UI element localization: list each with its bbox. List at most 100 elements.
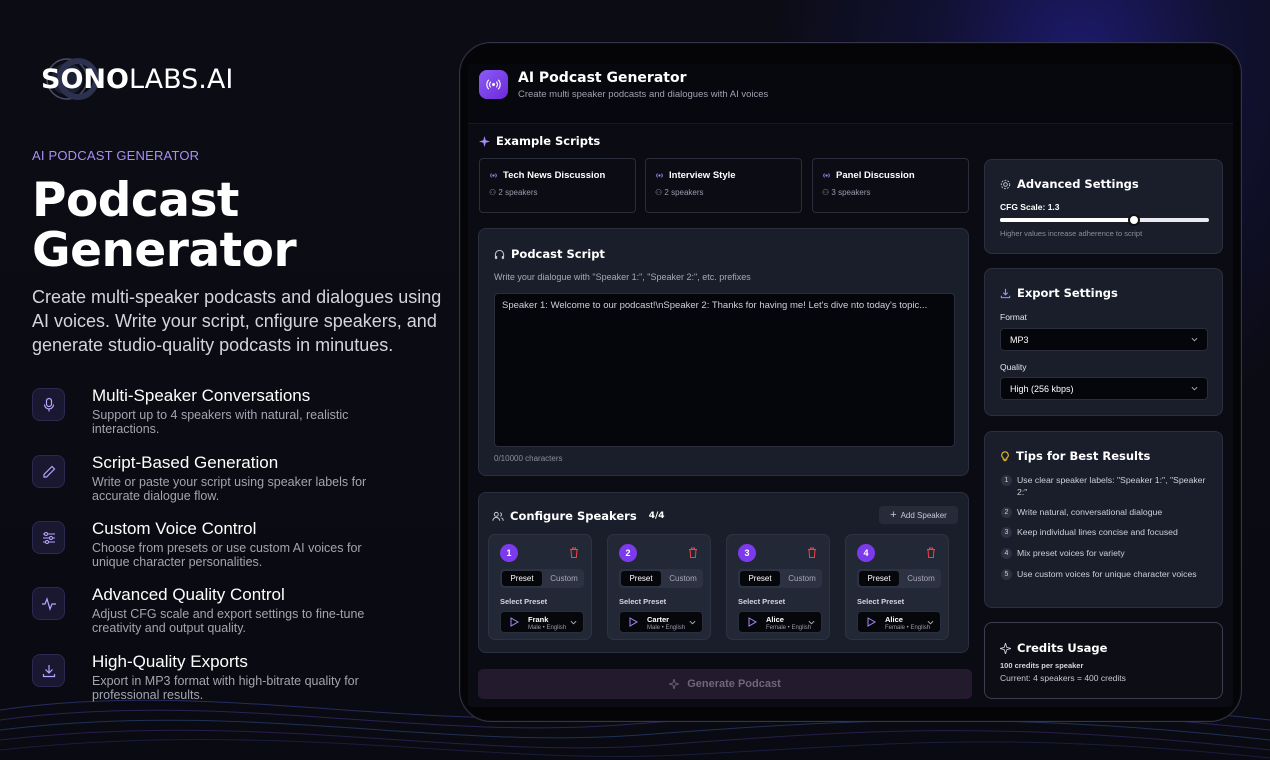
select-preset-label: Select Preset (619, 597, 667, 606)
sparkle-icon (669, 679, 680, 689)
download-icon (1000, 288, 1011, 298)
download-icon (32, 654, 65, 687)
add-speaker-button[interactable]: + Add Speaker (879, 506, 958, 524)
app-title: AI Podcast Generator (518, 70, 687, 86)
speakers-heading: Configure Speakers 4/4 (492, 509, 665, 523)
tab-preset[interactable]: Preset (502, 571, 542, 586)
format-label: Format (1000, 312, 1027, 322)
character-count: 0/10000 characters (494, 454, 563, 463)
advanced-heading: Advanced Settings (1000, 177, 1139, 191)
tab-preset[interactable]: Preset (740, 571, 780, 586)
feature-item: Advanced Quality Control Adjust CFG scal… (32, 585, 432, 641)
voice-mode-tabs: Preset Custom (619, 569, 703, 588)
quality-label: Quality (1000, 362, 1027, 372)
headphones-icon (494, 249, 505, 259)
speaker-counter: 4/4 (648, 511, 665, 521)
cfg-slider-thumb[interactable] (1127, 214, 1140, 226)
example-card-panel[interactable]: Panel Discussion ⚇ 3 speakers (812, 158, 969, 213)
select-preset-label: Select Preset (738, 597, 786, 606)
trash-icon[interactable] (807, 547, 817, 558)
hero-title: Podcast Generator (32, 173, 297, 278)
users-icon (492, 511, 504, 521)
broadcast-icon (490, 173, 497, 178)
hero-description: Create multi-speaker podcasts and dialog… (32, 287, 442, 355)
credits-heading: Credits Usage (1000, 641, 1107, 655)
broadcast-icon (823, 173, 830, 178)
brand-logo: SONOLABS.AI (32, 57, 233, 101)
trash-icon[interactable] (569, 547, 579, 558)
feature-item: Script-Based Generation Write or paste y… (32, 453, 432, 509)
plus-icon: + (890, 509, 897, 521)
app-subtitle: Create multi speaker podcasts and dialog… (518, 89, 769, 100)
tab-custom[interactable]: Custom (901, 571, 941, 586)
speaker-count: ⚇ 2 speakers (655, 188, 704, 197)
play-icon[interactable] (747, 617, 757, 627)
trash-icon[interactable] (926, 547, 936, 558)
cfg-slider[interactable] (1000, 214, 1209, 226)
play-icon[interactable] (628, 617, 638, 627)
examples-heading: Example Scripts (479, 134, 600, 148)
voice-select[interactable]: Frank Male • English (500, 611, 584, 633)
speaker-card-4: 4 Preset Custom Select Preset Alice Femal… (845, 534, 949, 640)
speaker-number: 3 (738, 544, 756, 562)
generate-podcast-button[interactable]: Generate Podcast (478, 669, 972, 699)
cfg-slider-fill (1000, 218, 1134, 222)
export-heading: Export Settings (1000, 286, 1118, 300)
script-heading: Podcast Script (494, 247, 605, 261)
export-settings-panel: Export Settings Format MP3 Quality High … (984, 268, 1223, 416)
credits-panel: Credits Usage 100 credits per speaker Cu… (984, 622, 1223, 699)
tab-custom[interactable]: Custom (663, 571, 703, 586)
voice-mode-tabs: Preset Custom (500, 569, 584, 588)
voice-select[interactable]: Alice Female • English (738, 611, 822, 633)
example-card-interview[interactable]: Interview Style ⚇ 2 speakers (645, 158, 802, 213)
feature-item: Custom Voice Control Choose from presets… (32, 519, 432, 575)
speaker-count: ⚇ 2 speakers (489, 188, 538, 197)
voice-mode-tabs: Preset Custom (738, 569, 822, 588)
waveform-icon (32, 587, 65, 620)
app-screen: AI Podcast Generator Create multi speake… (468, 64, 1233, 707)
app-header: AI Podcast Generator Create multi speake… (468, 64, 1233, 124)
tips-heading: Tips for Best Results (1000, 449, 1150, 463)
speaker-number: 2 (619, 544, 637, 562)
voice-select[interactable]: Carter Male • English (619, 611, 703, 633)
select-preset-label: Select Preset (500, 597, 548, 606)
script-textarea[interactable]: Speaker 1: Welcome to our podcast!\nSpea… (494, 293, 955, 447)
tab-custom[interactable]: Custom (544, 571, 584, 586)
logo-text: SONOLABS.AI (41, 63, 234, 95)
cfg-hint: Higher values increase adherence to scri… (1000, 229, 1143, 238)
example-card-tech-news[interactable]: Tech News Discussion ⚇ 2 speakers (479, 158, 636, 213)
broadcast-icon (656, 173, 663, 178)
play-icon[interactable] (509, 617, 519, 627)
chevron-down-icon (927, 620, 934, 625)
tab-preset[interactable]: Preset (621, 571, 661, 586)
format-select[interactable]: MP3 (1000, 328, 1208, 351)
speaker-count: ⚇ 3 speakers (822, 188, 871, 197)
speaker-number: 1 (500, 544, 518, 562)
sparkle-icon (1000, 642, 1011, 654)
gear-icon (1000, 179, 1011, 189)
tab-custom[interactable]: Custom (782, 571, 822, 586)
tips-panel: Tips for Best Results 1 Use clear speaker… (984, 431, 1223, 608)
speaker-card-2: 2 Preset Custom Select Preset Carter Male… (607, 534, 711, 640)
advanced-settings-panel: Advanced Settings CFG Scale: 1.3 Higher … (984, 159, 1223, 254)
credits-rate: 100 credits per speaker (1000, 661, 1084, 670)
trash-icon[interactable] (688, 547, 698, 558)
microphone-icon (32, 388, 65, 421)
voice-mode-tabs: Preset Custom (857, 569, 941, 588)
feature-item: High-Quality Exports Export in MP3 forma… (32, 652, 432, 708)
lightbulb-icon (1001, 450, 1009, 461)
voice-select[interactable]: Alice Female • English (857, 611, 941, 633)
chevron-down-icon (1191, 386, 1198, 391)
chevron-down-icon (1191, 337, 1198, 342)
credits-current: Current: 4 speakers = 400 credits (1000, 673, 1126, 683)
sliders-icon (32, 521, 65, 554)
speaker-card-1: 1 Preset Custom Select Preset Frank Male … (488, 534, 592, 640)
chevron-down-icon (570, 620, 577, 625)
quality-select[interactable]: High (256 kbps) (1000, 377, 1208, 400)
play-icon[interactable] (866, 617, 876, 627)
chevron-down-icon (689, 620, 696, 625)
pencil-icon (32, 455, 65, 488)
script-panel: Podcast Script Write your dialogue with … (478, 228, 969, 476)
tab-preset[interactable]: Preset (859, 571, 899, 586)
speaker-card-3: 3 Preset Custom Select Preset Alice Femal… (726, 534, 830, 640)
